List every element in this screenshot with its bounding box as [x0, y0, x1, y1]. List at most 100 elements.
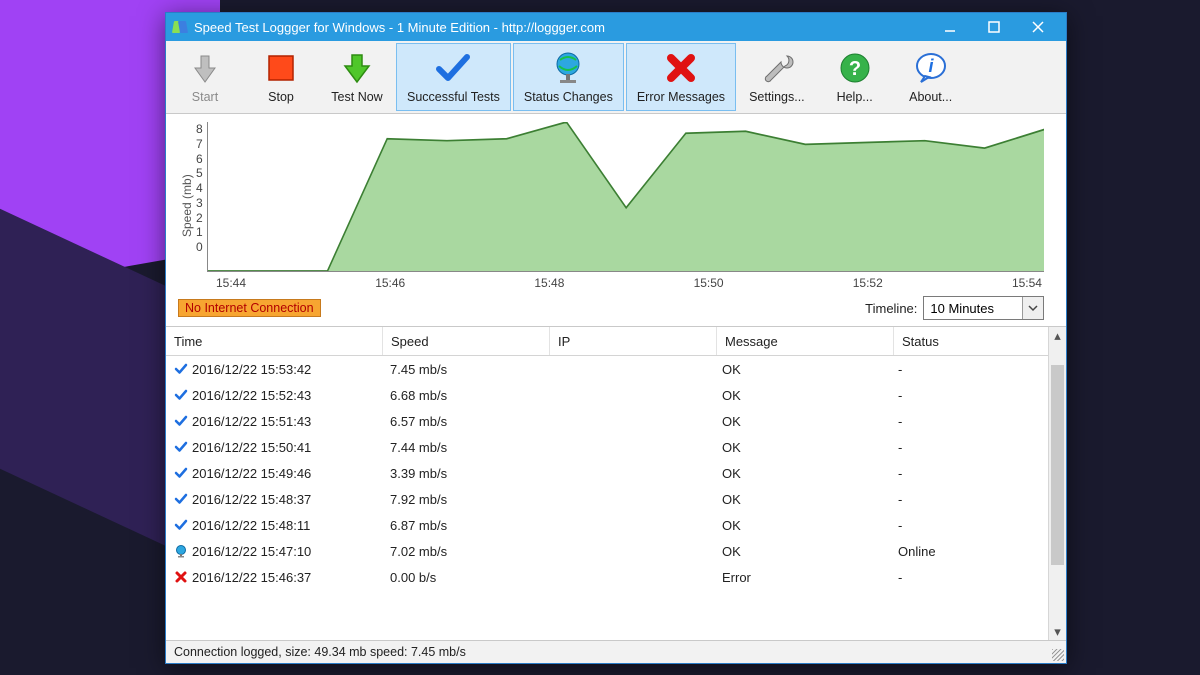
- status-changes-toggle[interactable]: Status Changes: [513, 43, 624, 111]
- check-icon: [174, 518, 188, 532]
- globe-icon: [174, 544, 188, 558]
- xtick: 15:54: [1012, 276, 1042, 290]
- cell-status: -: [890, 388, 1066, 403]
- scroll-down-icon[interactable]: ▾: [1049, 623, 1066, 640]
- error-icon: [661, 48, 701, 88]
- cell-speed: 7.45 mb/s: [382, 362, 548, 377]
- table-row[interactable]: 2016/12/22 15:48:11 6.87 mb/s OK -: [166, 512, 1066, 538]
- help-icon: ?: [835, 48, 875, 88]
- cell-time: 2016/12/22 15:48:11: [192, 518, 310, 533]
- settings-button[interactable]: Settings...: [738, 43, 816, 111]
- check-icon: [174, 492, 188, 506]
- check-icon: [433, 48, 473, 88]
- chart-xaxis: 15:4415:4615:4815:5015:5215:54: [216, 276, 1044, 290]
- cell-time: 2016/12/22 15:50:41: [192, 440, 311, 455]
- chevron-down-icon: [1022, 297, 1043, 319]
- table-row[interactable]: 2016/12/22 15:50:41 7.44 mb/s OK -: [166, 434, 1066, 460]
- xtick: 15:52: [853, 276, 883, 290]
- toolbar: Start Stop Test Now Successful Tests Sta…: [166, 41, 1066, 114]
- stop-button[interactable]: Stop: [244, 43, 318, 111]
- successful-tests-toggle[interactable]: Successful Tests: [396, 43, 511, 111]
- xtick: 15:44: [216, 276, 246, 290]
- cell-status: Online: [890, 544, 1066, 559]
- cell-time: 2016/12/22 15:47:10: [192, 544, 311, 559]
- scroll-up-icon[interactable]: ▴: [1049, 327, 1066, 344]
- timeline-value: 10 Minutes: [924, 301, 1022, 316]
- check-icon: [174, 440, 188, 454]
- help-button[interactable]: ? Help...: [818, 43, 892, 111]
- cell-time: 2016/12/22 15:49:46: [192, 466, 311, 481]
- log-table: Time Speed IP Message Status 2016/12/22 …: [166, 326, 1066, 640]
- xtick: 15:48: [534, 276, 564, 290]
- svg-text:?: ?: [849, 58, 861, 80]
- maximize-button[interactable]: [972, 13, 1016, 41]
- ytick: 0: [196, 240, 203, 254]
- check-icon: [174, 466, 188, 480]
- cell-message: OK: [714, 388, 890, 403]
- cell-time: 2016/12/22 15:53:42: [192, 362, 311, 377]
- col-message[interactable]: Message: [717, 327, 894, 355]
- table-row[interactable]: 2016/12/22 15:49:46 3.39 mb/s OK -: [166, 460, 1066, 486]
- info-icon: i: [911, 48, 951, 88]
- cell-speed: 6.57 mb/s: [382, 414, 548, 429]
- stop-icon: [261, 48, 301, 88]
- cell-message: OK: [714, 492, 890, 507]
- test-now-icon: [337, 48, 377, 88]
- ytick: 5: [196, 166, 203, 180]
- cell-speed: 7.92 mb/s: [382, 492, 548, 507]
- resize-grip[interactable]: [1052, 649, 1064, 661]
- test-now-button[interactable]: Test Now: [320, 43, 394, 111]
- error-messages-toggle[interactable]: Error Messages: [626, 43, 736, 111]
- window-title: Speed Test Loggger for Windows - 1 Minut…: [194, 20, 605, 35]
- error-icon: [174, 570, 188, 584]
- timeline-select[interactable]: 10 Minutes: [923, 296, 1044, 320]
- col-status[interactable]: Status: [894, 327, 1066, 355]
- app-icon: [172, 19, 188, 35]
- table-row[interactable]: 2016/12/22 15:48:37 7.92 mb/s OK -: [166, 486, 1066, 512]
- titlebar[interactable]: Speed Test Loggger for Windows - 1 Minut…: [166, 13, 1066, 41]
- table-row[interactable]: 2016/12/22 15:47:10 7.02 mb/s OK Online: [166, 538, 1066, 564]
- check-icon: [174, 388, 188, 402]
- xtick: 15:46: [375, 276, 405, 290]
- table-row[interactable]: 2016/12/22 15:52:43 6.68 mb/s OK -: [166, 382, 1066, 408]
- table-row[interactable]: 2016/12/22 15:53:42 7.45 mb/s OK -: [166, 356, 1066, 382]
- cell-status: -: [890, 362, 1066, 377]
- cell-message: OK: [714, 544, 890, 559]
- cell-time: 2016/12/22 15:46:37: [192, 570, 311, 585]
- start-icon: [185, 48, 225, 88]
- no-connection-badge: No Internet Connection: [178, 299, 321, 317]
- cell-speed: 7.44 mb/s: [382, 440, 548, 455]
- cell-speed: 0.00 b/s: [382, 570, 548, 585]
- close-button[interactable]: [1016, 13, 1060, 41]
- statusbar: Connection logged, size: 49.34 mb speed:…: [166, 640, 1066, 663]
- cell-status: -: [890, 440, 1066, 455]
- chart-yaxis: 876543210: [196, 122, 207, 272]
- table-row[interactable]: 2016/12/22 15:51:43 6.57 mb/s OK -: [166, 408, 1066, 434]
- ytick: 6: [196, 152, 203, 166]
- check-icon: [174, 362, 188, 376]
- cell-message: OK: [714, 362, 890, 377]
- about-button[interactable]: i About...: [894, 43, 968, 111]
- cell-speed: 6.68 mb/s: [382, 388, 548, 403]
- col-time[interactable]: Time: [166, 327, 383, 355]
- check-icon: [174, 414, 188, 428]
- minimize-button[interactable]: [928, 13, 972, 41]
- col-speed[interactable]: Speed: [383, 327, 550, 355]
- ytick: 4: [196, 181, 203, 195]
- ytick: 7: [196, 137, 203, 151]
- col-ip[interactable]: IP: [550, 327, 717, 355]
- cell-time: 2016/12/22 15:52:43: [192, 388, 311, 403]
- table-header: Time Speed IP Message Status: [166, 327, 1066, 356]
- chart-area: Speed (mb) 876543210 15:44 15:46 15:48 15:5…: [166, 114, 1066, 290]
- status-text: Connection logged, size: 49.34 mb speed:…: [174, 645, 466, 659]
- cell-message: OK: [714, 440, 890, 455]
- cell-message: OK: [714, 518, 890, 533]
- table-row[interactable]: 2016/12/22 15:46:37 0.00 b/s Error -: [166, 564, 1066, 590]
- scroll-thumb[interactable]: [1051, 365, 1064, 565]
- start-button[interactable]: Start: [168, 43, 242, 111]
- chart-plot: [207, 122, 1044, 272]
- chart-ylabel: Speed (mb): [178, 122, 196, 272]
- scrollbar[interactable]: ▴ ▾: [1048, 327, 1066, 640]
- ytick: 1: [196, 225, 203, 239]
- cell-message: Error: [714, 570, 890, 585]
